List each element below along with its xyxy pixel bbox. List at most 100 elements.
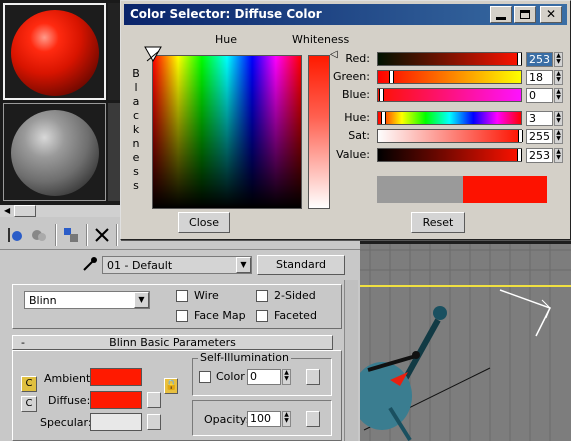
rollout-title: Blinn Basic Parameters (109, 336, 236, 349)
diffuse-label: Diffuse: (48, 394, 91, 407)
toolbar-separator (86, 224, 88, 246)
chevron-down-icon[interactable]: ▼ (236, 257, 251, 273)
channel-slider-red[interactable] (377, 52, 522, 66)
hue-pointer-icon[interactable] (143, 45, 163, 65)
whiteness-label: Whiteness (292, 33, 350, 46)
dialog-titlebar[interactable]: Color Selector: Diffuse Color ✕ (124, 4, 567, 25)
self-illum-color-label: Color (216, 370, 245, 383)
channel-value-blue[interactable]: 0 (526, 88, 553, 103)
shader-dropdown[interactable]: Blinn ▼ (24, 291, 150, 309)
channel-slider-hue[interactable] (377, 111, 522, 125)
opacity-field[interactable]: 100 (247, 411, 281, 427)
get-material-icon[interactable] (6, 226, 24, 244)
channel-value-value[interactable]: 253 (526, 148, 553, 163)
faceted-checkbox[interactable] (256, 310, 268, 322)
channel-value-green[interactable]: 18 (526, 70, 553, 85)
delete-icon[interactable] (93, 226, 111, 244)
channel-label-green: Green: (332, 70, 370, 83)
put-material-icon[interactable] (30, 226, 48, 244)
toolbar-separator (116, 224, 118, 246)
face-map-checkbox[interactable] (176, 310, 188, 322)
scroll-thumb[interactable] (14, 205, 36, 217)
whiteness-bar[interactable] (308, 55, 330, 209)
channel-label-red: Red: (345, 52, 370, 65)
channel-slider-thumb[interactable] (517, 53, 522, 65)
lock-icon[interactable]: 🔒 (164, 378, 178, 394)
material-type-button[interactable]: Standard (257, 255, 345, 275)
panel-scrollbar[interactable] (344, 280, 358, 441)
channel-label-blue: Blue: (341, 88, 370, 101)
ambient-color (91, 369, 141, 385)
material-name: 01 - Default (107, 259, 173, 272)
specular-swatch[interactable] (90, 413, 142, 431)
sample-slot-1[interactable] (3, 3, 106, 100)
assign-material-icon[interactable] (62, 226, 80, 244)
maximize-icon[interactable] (514, 6, 536, 23)
self-illum-value: 0 (250, 370, 257, 383)
wire-label: Wire (194, 289, 219, 302)
channel-spinner-red[interactable]: ▲ ▼ (554, 52, 563, 67)
specular-map-button[interactable] (147, 414, 161, 430)
channel-slider-thumb[interactable] (379, 89, 384, 101)
two-sided-checkbox[interactable] (256, 290, 268, 302)
toolbar-separator (55, 224, 57, 246)
viewport-header (360, 240, 571, 244)
lock-diffuse-specular-icon[interactable]: C (21, 396, 37, 412)
lock-ambient-diffuse-icon[interactable]: C (21, 376, 37, 392)
close-button[interactable]: Close (178, 212, 230, 233)
material-name-dropdown[interactable]: 01 - Default ▼ (102, 256, 252, 274)
faceted-label: Faceted (274, 309, 317, 322)
hue-label: Hue (215, 33, 238, 46)
channel-slider-thumb[interactable] (518, 130, 523, 142)
sample-slot-3[interactable] (3, 103, 106, 201)
color-selector-dialog: Color Selector: Diffuse Color ✕ Hue Whit… (120, 0, 571, 240)
dialog-title: Color Selector: Diffuse Color (130, 7, 322, 21)
viewport[interactable] (360, 240, 571, 441)
shader-name: Blinn (29, 294, 57, 307)
opacity-value: 100 (250, 412, 271, 425)
channel-slider-value[interactable] (377, 148, 522, 162)
eyedropper-icon[interactable] (80, 256, 98, 274)
channel-value-sat[interactable]: 255 (526, 129, 553, 144)
self-illum-spinner[interactable]: ▲ ▼ (282, 369, 291, 385)
rollout-header[interactable]: - Blinn Basic Parameters (12, 335, 333, 350)
channel-slider-thumb[interactable] (381, 112, 386, 124)
wire-checkbox[interactable] (176, 290, 188, 302)
channel-spinner-green[interactable]: ▲ ▼ (554, 70, 563, 85)
self-illum-map-button[interactable] (306, 369, 320, 385)
scroll-left-arrow-icon[interactable]: ◀ (4, 206, 10, 215)
reset-button-label: Reset (422, 216, 454, 229)
sample-sphere-grey (11, 110, 99, 196)
diffuse-swatch[interactable] (90, 391, 142, 409)
channel-spinner-value[interactable]: ▲ ▼ (554, 148, 563, 163)
channel-label-value: Value: (336, 148, 370, 161)
channel-slider-thumb[interactable] (389, 71, 394, 83)
channel-value-red[interactable]: 253 (526, 52, 553, 67)
hue-blackness-field[interactable] (152, 55, 302, 209)
channel-spinner-blue[interactable]: ▲ ▼ (554, 88, 563, 103)
opacity-spinner[interactable]: ▲ ▼ (282, 411, 291, 427)
reset-button[interactable]: Reset (411, 212, 465, 233)
ambient-swatch[interactable] (90, 368, 142, 386)
self-illum-value-field[interactable]: 0 (247, 369, 281, 385)
minimize-icon[interactable] (490, 6, 512, 23)
channel-slider-green[interactable] (377, 70, 522, 84)
self-illum-color-checkbox[interactable] (199, 371, 211, 383)
specular-color (91, 414, 141, 430)
channel-slider-sat[interactable] (377, 129, 523, 143)
slots-scrollbar[interactable]: ◀ (0, 205, 122, 217)
close-button-label: Close (189, 216, 219, 229)
channel-slider-blue[interactable] (377, 88, 522, 102)
specular-label: Specular: (40, 416, 92, 429)
diffuse-map-button[interactable] (147, 392, 161, 408)
channel-value-hue[interactable]: 3 (526, 111, 553, 126)
channel-slider-thumb[interactable] (517, 149, 522, 161)
close-icon[interactable]: ✕ (540, 6, 562, 23)
channel-label-hue: Hue: (344, 111, 370, 124)
new-color-preview (463, 176, 547, 203)
channel-spinner-hue[interactable]: ▲ ▼ (554, 111, 563, 126)
channel-spinner-sat[interactable]: ▲ ▼ (554, 129, 563, 144)
whiteness-pointer-icon[interactable]: ◁ (330, 49, 338, 60)
chevron-down-icon[interactable]: ▼ (134, 292, 149, 308)
opacity-map-button[interactable] (306, 411, 320, 427)
